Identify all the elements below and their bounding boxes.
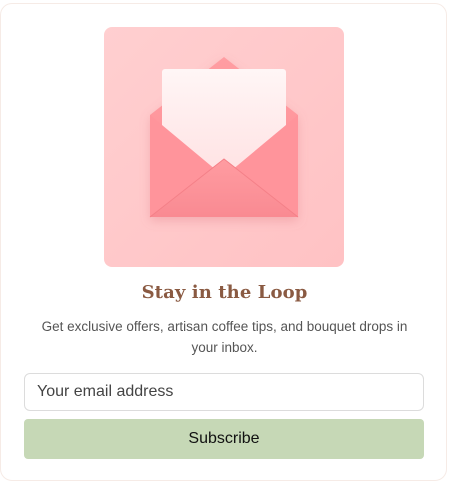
subscribe-button[interactable]: Subscribe — [24, 419, 424, 459]
email-input[interactable] — [24, 373, 424, 411]
newsletter-illustration — [104, 27, 344, 267]
newsletter-title: Stay in the Loop — [141, 282, 308, 303]
open-envelope-with-letter-icon — [104, 27, 344, 267]
newsletter-description: Get exclusive offers, artisan coffee tip… — [41, 319, 408, 355]
